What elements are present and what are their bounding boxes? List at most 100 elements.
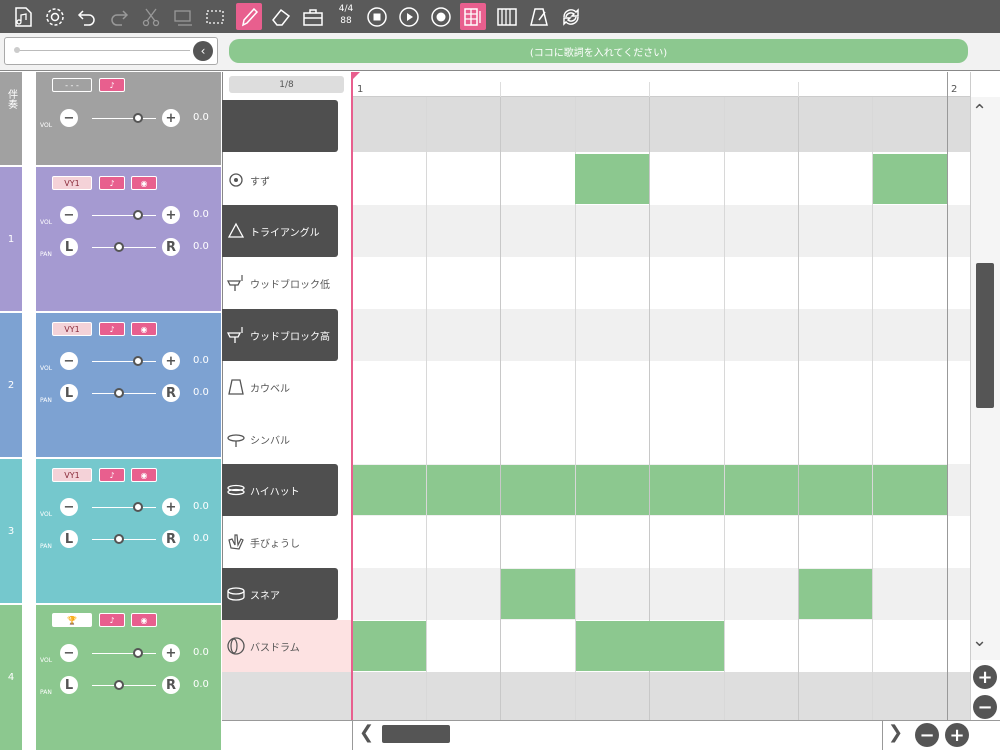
cut-icon[interactable] [138,3,164,30]
vol-slider-handle[interactable] [133,356,143,366]
pan-slider-handle[interactable] [114,242,124,252]
grid-row[interactable] [352,361,970,413]
note-length-label[interactable]: 1/8 [229,76,344,93]
note-hihat-6[interactable] [725,465,798,515]
zoom-in-vertical-button[interactable]: + [973,665,997,689]
zoom-out-vertical-button[interactable]: − [973,695,997,719]
track-4[interactable]: 4 🏆 ♪ ◉ VOL − + 0.0 PAN L R 0.0 [0,605,221,750]
grid-row[interactable] [352,309,970,361]
note-bell-1[interactable] [575,154,649,204]
pan-left-button[interactable]: L [60,238,78,256]
note-hihat-4[interactable] [576,465,649,515]
metronome-icon[interactable] [526,3,552,30]
pan-right-button[interactable]: R [162,676,180,694]
piano-icon[interactable] [494,3,520,30]
note-toggle[interactable]: ♪ [99,322,125,336]
visibility-toggle[interactable]: ◉ [131,322,157,336]
gear-icon[interactable] [42,3,68,30]
instrument-row-empty[interactable] [222,100,338,152]
track-1[interactable]: 1 VY1 ♪ ◉ VOL − + 0.0 PAN L R 0.0 [0,167,221,311]
note-bell-2[interactable] [873,154,947,204]
vertical-scroll-thumb[interactable] [976,263,994,408]
vol-slider-handle[interactable] [133,113,143,123]
pan-slider-handle[interactable] [114,680,124,690]
instrument-hihat[interactable]: ハイハット [222,464,338,516]
chevron-down-icon[interactable]: ⌄ [972,630,987,651]
note-bassdrum-2[interactable] [576,621,724,671]
vol-plus-button[interactable]: + [162,109,180,127]
note-toggle[interactable]: ♪ [99,78,125,92]
song-file-icon[interactable] [10,3,36,30]
grid-row[interactable] [352,672,970,720]
playhead[interactable] [351,72,353,720]
time-signature[interactable]: 4/4 88 [334,3,358,30]
measure-ruler[interactable] [352,72,970,97]
pan-right-button[interactable]: R [162,238,180,256]
drum-grid-icon[interactable] [460,3,486,30]
undo-icon[interactable] [74,3,100,30]
paste-icon[interactable] [202,3,228,30]
note-hihat-5[interactable] [650,465,724,515]
drum-kit-chip[interactable]: 🏆 [52,613,92,627]
chevron-left-icon[interactable]: ❮ [359,722,374,743]
vol-slider-handle[interactable] [133,210,143,220]
eraser-icon[interactable] [268,3,294,30]
grid-row[interactable] [352,205,970,257]
note-hihat-2[interactable] [427,465,500,515]
grid-row[interactable] [352,516,970,568]
instrument-cymbal[interactable]: シンバル [222,413,338,465]
voice-chip[interactable]: VY1 [52,322,92,336]
instrument-bassdrum[interactable]: バスドラム [222,620,338,672]
lyrics-input[interactable]: (ココに歌詞を入れてください) [229,39,968,63]
instrument-clap[interactable]: 手びょうし [222,516,338,568]
instrument-bell[interactable]: すず [222,154,338,206]
grid-row[interactable] [352,568,970,620]
visibility-toggle[interactable]: ◉ [131,613,157,627]
instrument-chip[interactable]: - - - [52,78,92,92]
note-hihat-7[interactable] [799,465,872,515]
instrument-woodblock-low[interactable]: ウッドブロック低 [222,257,338,309]
horizontal-scroll-thumb[interactable] [382,725,450,743]
voice-chip[interactable]: VY1 [52,176,92,190]
vol-plus-button[interactable]: + [162,644,180,662]
pencil-icon[interactable] [236,3,262,30]
track-2[interactable]: 2 VY1 ♪ ◉ VOL − + 0.0 PAN L R 0.0 [0,313,221,457]
pan-slider-handle[interactable] [114,534,124,544]
horizontal-scrollbar[interactable] [222,720,1000,750]
instrument-cowbell[interactable]: カウベル [222,361,338,413]
play-icon[interactable] [396,3,422,30]
copy-icon[interactable] [170,3,196,30]
zoom-in-horizontal-button[interactable]: + [945,723,969,747]
zoom-out-horizontal-button[interactable]: − [915,723,939,747]
vol-plus-button[interactable]: + [162,498,180,516]
instrument-woodblock-high[interactable]: ウッドブロック高 [222,309,338,361]
grid-row[interactable] [352,413,970,465]
loop-icon[interactable] [558,3,584,30]
pan-left-button[interactable]: L [60,676,78,694]
vol-plus-button[interactable]: + [162,352,180,370]
pan-right-button[interactable]: R [162,384,180,402]
note-hihat-1[interactable] [353,465,426,515]
pan-slider-handle[interactable] [114,388,124,398]
vol-plus-button[interactable]: + [162,206,180,224]
visibility-toggle[interactable]: ◉ [131,468,157,482]
redo-icon[interactable] [106,3,132,30]
note-snare-2[interactable] [799,569,872,619]
note-toggle[interactable]: ♪ [99,468,125,482]
chevron-right-icon[interactable]: ❯ [888,722,903,743]
playhead-marker[interactable] [351,72,360,81]
voice-chip[interactable]: VY1 [52,468,92,482]
track-accompaniment[interactable]: 伴奏 - - - ♪ VOL − + 0.0 [0,72,221,165]
note-toggle[interactable]: ♪ [99,613,125,627]
vol-slider-handle[interactable] [133,502,143,512]
grid-row[interactable] [352,257,970,309]
toolbox-icon[interactable] [300,3,326,30]
zoom-slider[interactable] [4,37,218,65]
note-hihat-3[interactable] [501,465,575,515]
note-toggle[interactable]: ♪ [99,176,125,190]
instrument-snare[interactable]: スネア [222,568,338,620]
note-snare-1[interactable] [501,569,575,619]
stop-icon[interactable] [364,3,390,30]
zoom-slider-handle[interactable] [14,47,20,53]
pan-right-button[interactable]: R [162,530,180,548]
